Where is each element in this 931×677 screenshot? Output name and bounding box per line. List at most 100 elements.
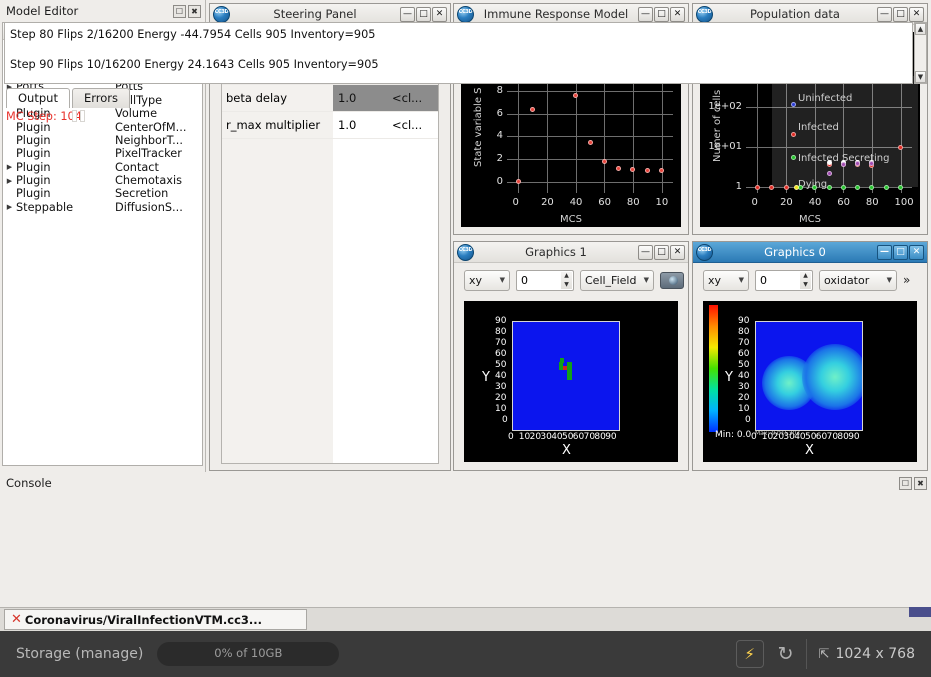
reload-icon[interactable]: ↻ xyxy=(778,643,794,665)
taskbar-item-label: Coronavirus/ViralInfectionVTM.cc3... xyxy=(25,613,262,627)
x-tick-label: 40 xyxy=(809,197,822,208)
minimize-icon[interactable]: — xyxy=(638,7,653,22)
close-icon[interactable]: ✖ xyxy=(914,477,927,490)
close-icon[interactable]: ✕ xyxy=(909,245,924,260)
data-point xyxy=(769,185,774,190)
slice-stepper[interactable]: 0 ▲▼ xyxy=(755,270,813,291)
taskbar-item-simulation[interactable]: ✕ Coronavirus/ViralInfectionVTM.cc3... xyxy=(4,609,307,630)
close-icon[interactable]: ✕ xyxy=(432,7,447,22)
table-row[interactable]: PluginPixelTracker xyxy=(3,147,202,160)
x-tick-label: 100 xyxy=(895,197,914,208)
x-tick-label: 60 xyxy=(573,432,584,442)
maximize-icon[interactable]: □ xyxy=(654,7,669,22)
data-point xyxy=(869,185,874,190)
y-tick-label: 0 xyxy=(497,176,503,187)
axis-y-label: Y xyxy=(482,370,490,385)
y-tick-label: 40 xyxy=(495,371,506,381)
float-icon[interactable]: ☐ xyxy=(173,5,186,18)
table-row[interactable]: beta delay multiplier1.0<cl... xyxy=(222,85,438,112)
scroll-down-arrow[interactable]: ▼ xyxy=(915,71,926,83)
scroll-up-arrow[interactable]: ▲ xyxy=(915,23,926,35)
slice-stepper[interactable]: 0 ▲▼ xyxy=(516,270,574,291)
y-tick-label: 0 xyxy=(502,415,508,425)
storage-label[interactable]: Storage (manage) xyxy=(16,646,143,662)
data-point xyxy=(841,185,846,190)
console-output[interactable]: Step 80 Flips 2/16200 Energy -44.7954 Ce… xyxy=(4,22,913,84)
data-point xyxy=(791,155,796,160)
console-scrollbar[interactable]: ▲ ▼ xyxy=(914,22,927,84)
table-row[interactable]: ▶SteppableDiffusionS... xyxy=(3,201,202,214)
expand-arrow-icon[interactable]: ▶ xyxy=(3,203,16,211)
axis-y-label: Y xyxy=(725,370,733,385)
tab-errors[interactable]: Errors xyxy=(72,88,130,108)
console-tabs: OutputErrors xyxy=(6,88,132,108)
property-label: Plugin xyxy=(16,161,51,174)
field-select[interactable]: Cell_Field ▼ xyxy=(580,270,654,291)
maximize-icon[interactable]: □ xyxy=(893,7,908,22)
parameter-value[interactable]: 1.0 xyxy=(333,85,388,111)
table-row[interactable]: r_max multiplier1.0<cl... xyxy=(222,112,438,139)
maximize-icon[interactable]: □ xyxy=(893,245,908,260)
graphics0-render-area[interactable]: 9080706050403020100Y0102030405060708090X… xyxy=(703,301,917,462)
console-line: Step 90 Flips 10/16200 Energy 24.1643 Ce… xyxy=(10,57,907,72)
parameter-value[interactable]: 1.0 xyxy=(333,112,388,138)
projection-value: xy xyxy=(708,274,735,287)
minimize-icon[interactable]: — xyxy=(400,7,415,22)
window-controls: — □ ✕ xyxy=(877,7,924,22)
data-point xyxy=(855,185,860,190)
resize-icon[interactable]: ⇱ xyxy=(819,647,830,662)
close-icon[interactable]: ✕ xyxy=(670,7,685,22)
x-tick-label: 10 xyxy=(519,432,530,442)
close-icon[interactable]: ✕ xyxy=(670,245,685,260)
grid-line xyxy=(507,159,673,160)
graphics1-titlebar[interactable]: CC3D Graphics 1 — □ ✕ xyxy=(454,242,688,263)
stepper-arrows[interactable]: ▲▼ xyxy=(800,272,811,289)
property-label: Plugin xyxy=(16,187,51,200)
graphics1-render-area[interactable]: 9080706050403020100Y0102030405060708090X xyxy=(464,301,678,462)
slice-value: 0 xyxy=(521,274,528,287)
table-row[interactable]: ▶PluginContact xyxy=(3,161,202,174)
axis-x-label: X xyxy=(805,443,814,458)
data-point xyxy=(630,167,635,172)
table-row[interactable]: PluginSecretion xyxy=(3,187,202,200)
power-button[interactable]: ⚡ xyxy=(736,640,764,668)
toolbar-overflow-icon[interactable]: » xyxy=(903,273,910,287)
float-icon[interactable]: ☐ xyxy=(899,477,912,490)
y-tick-label: 80 xyxy=(495,327,506,337)
tab-output[interactable]: Output xyxy=(6,88,70,108)
expand-arrow-icon[interactable]: ▶ xyxy=(3,163,16,171)
projection-select[interactable]: xy ▼ xyxy=(703,270,749,291)
cell-property: ▶Plugin xyxy=(3,174,113,187)
close-icon[interactable]: ✖ xyxy=(188,5,201,18)
minimize-icon[interactable]: — xyxy=(877,7,892,22)
table-row[interactable]: ▶PluginChemotaxis xyxy=(3,174,202,187)
chevron-down-icon: ▼ xyxy=(500,276,505,284)
grid-line xyxy=(507,136,673,137)
close-icon[interactable]: ✕ xyxy=(909,7,924,22)
data-point xyxy=(827,171,832,176)
minimize-icon[interactable]: — xyxy=(638,245,653,260)
storage-progress-bar[interactable]: 0% of 10GB xyxy=(157,642,339,666)
field-select[interactable]: oxidator ▼ xyxy=(819,270,897,291)
x-tick-label: 70 xyxy=(827,432,838,442)
grid-line xyxy=(507,91,673,92)
projection-select[interactable]: xy ▼ xyxy=(464,270,510,291)
x-tick-label: 80 xyxy=(627,197,640,208)
graphics0-titlebar[interactable]: CC3D Graphics 0 — □ ✕ xyxy=(693,242,927,263)
minimize-icon[interactable]: — xyxy=(877,245,892,260)
stepper-arrows[interactable]: ▲▼ xyxy=(561,272,572,289)
resolution-label[interactable]: 1024 x 768 xyxy=(835,646,915,662)
camera-icon[interactable] xyxy=(660,272,684,289)
chevron-down-icon: ▼ xyxy=(644,276,649,284)
y-tick-label: 20 xyxy=(495,393,506,403)
model-editor-title: Model Editor xyxy=(6,4,171,18)
maximize-icon[interactable]: □ xyxy=(654,245,669,260)
steering-table[interactable]: Value Type k_on multiplier1.0<cl...beta … xyxy=(221,35,439,464)
expand-arrow-icon[interactable]: ▶ xyxy=(3,177,16,185)
maximize-icon[interactable]: □ xyxy=(416,7,431,22)
x-tick-label: 40 xyxy=(551,432,562,442)
x-tick-label: 30 xyxy=(540,432,551,442)
table-row[interactable]: PluginNeighborT... xyxy=(3,134,202,147)
grid-line xyxy=(507,182,673,183)
x-tick-label: 90 xyxy=(605,432,616,442)
